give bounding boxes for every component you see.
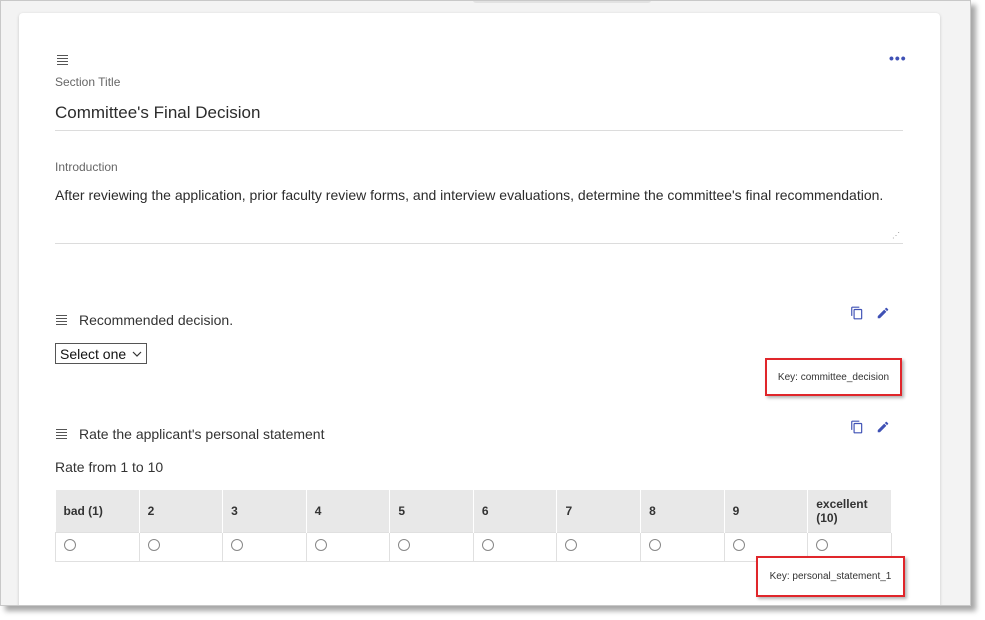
rating-scale-table: bad (1) 2 3 4 5 6 7 8 9 excellent (10) xyxy=(55,490,892,562)
section-title-label: Section Title xyxy=(55,75,121,89)
intro-divider xyxy=(55,243,903,244)
scale-header-6: 6 xyxy=(473,490,558,532)
scale-header-8: 8 xyxy=(640,490,725,532)
scale-cell xyxy=(640,531,725,562)
title-divider xyxy=(55,130,903,131)
introduction-textarea[interactable]: After reviewing the application, prior f… xyxy=(55,187,903,203)
pencil-icon[interactable] xyxy=(876,420,890,434)
chevron-down-icon xyxy=(132,351,142,357)
copy-icon[interactable] xyxy=(850,306,864,320)
decision-select[interactable]: Select one xyxy=(55,343,148,364)
key-badge: Key: committee_decision xyxy=(765,358,902,396)
window-frame: ••• Section Title Committee's Final Deci… xyxy=(0,0,971,606)
rating-hint: Rate from 1 to 10 xyxy=(55,459,164,475)
table-header-row: bad (1) 2 3 4 5 6 7 8 9 excellent (10) xyxy=(55,490,892,532)
radio-4[interactable] xyxy=(314,539,327,551)
scale-cell xyxy=(389,531,474,562)
more-options-icon[interactable]: ••• xyxy=(889,51,907,65)
scale-header-5: 5 xyxy=(389,490,474,532)
drag-handle-icon[interactable] xyxy=(57,55,68,65)
scale-cell xyxy=(222,531,307,562)
scale-cell xyxy=(556,531,642,562)
scale-header-4: 4 xyxy=(306,490,391,532)
radio-10[interactable] xyxy=(816,539,829,551)
select-value: Select one xyxy=(60,345,127,362)
scale-header-1: bad (1) xyxy=(55,490,140,532)
top-tab-stub xyxy=(473,1,651,3)
key-text: Key: committee_decision xyxy=(777,371,890,383)
section-card: ••• Section Title Committee's Final Deci… xyxy=(19,13,940,605)
scale-header-3: 3 xyxy=(222,490,307,532)
radio-1[interactable] xyxy=(64,539,76,551)
radio-6[interactable] xyxy=(481,539,494,551)
radio-5[interactable] xyxy=(398,539,411,551)
scale-cell xyxy=(472,531,558,562)
scale-header-10: excellent (10) xyxy=(807,490,892,532)
radio-7[interactable] xyxy=(565,539,578,551)
radio-2[interactable] xyxy=(147,539,160,551)
radio-9[interactable] xyxy=(732,539,745,551)
radio-8[interactable] xyxy=(649,539,662,551)
scale-header-2: 2 xyxy=(139,490,224,532)
question-text: Recommended decision. xyxy=(79,312,234,328)
radio-3[interactable] xyxy=(231,539,244,551)
resize-grip-icon[interactable]: ⋰ xyxy=(892,232,900,240)
pencil-icon[interactable] xyxy=(876,306,890,320)
key-badge: Key: personal_statement_1 xyxy=(756,556,905,597)
section-title-field[interactable]: Committee's Final Decision xyxy=(55,103,260,123)
key-text: Key: personal_statement_1 xyxy=(769,571,892,582)
scale-cell xyxy=(305,531,391,562)
drag-handle-icon[interactable] xyxy=(56,315,67,325)
scale-header-9: 9 xyxy=(724,490,809,532)
drag-handle-icon[interactable] xyxy=(56,429,67,439)
scale-cell xyxy=(138,531,224,562)
copy-icon[interactable] xyxy=(850,420,864,434)
scale-header-7: 7 xyxy=(556,490,642,532)
introduction-label: Introduction xyxy=(55,160,118,174)
question-text: Rate the applicant's personal statement xyxy=(79,426,325,442)
scale-cell xyxy=(55,531,140,562)
